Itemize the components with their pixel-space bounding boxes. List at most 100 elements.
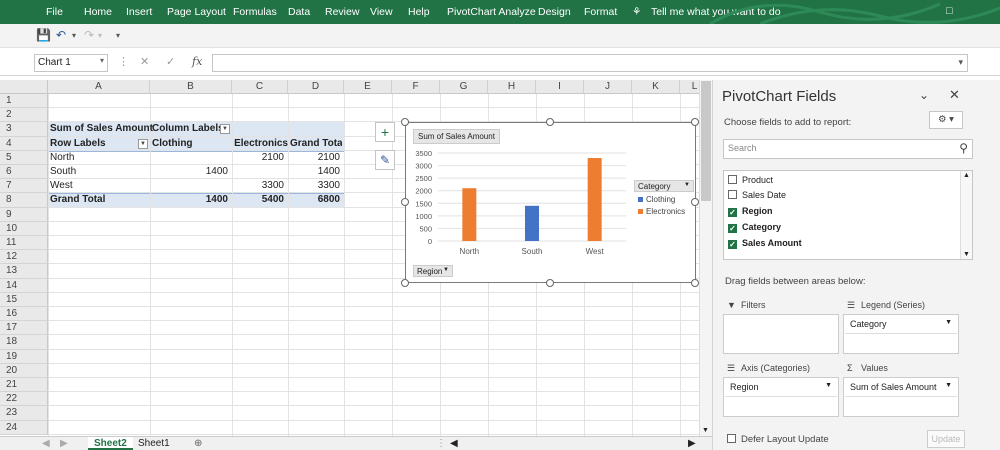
pivot-col-item[interactable]: Electronics <box>234 137 290 151</box>
scroll-left-icon[interactable]: ◀ <box>450 438 458 449</box>
select-all-corner[interactable] <box>0 80 48 94</box>
scroll-right-icon[interactable]: ▶ <box>688 438 696 449</box>
sheet-tab-sheet2[interactable]: Sheet2 <box>88 437 133 450</box>
customize-toolbar-icon[interactable]: ▾ <box>116 31 120 40</box>
next-sheet-icon[interactable]: ▶ <box>60 438 68 449</box>
row-header[interactable]: 7 <box>0 179 48 194</box>
column-header[interactable]: E <box>344 80 392 94</box>
field-product[interactable]: Product <box>728 173 773 187</box>
field-sales-amount[interactable]: ✓ Sales Amount <box>728 236 802 250</box>
axis-field-button[interactable]: Region ▼ <box>413 265 453 277</box>
undo-dropdown-icon[interactable]: ▾ <box>72 31 76 40</box>
prev-sheet-icon[interactable]: ◀ <box>42 438 50 449</box>
save-icon[interactable]: 💾 <box>36 28 51 42</box>
tab-insert[interactable]: Insert <box>126 6 152 18</box>
column-header[interactable]: D <box>288 80 344 94</box>
pivot-cell[interactable] <box>152 179 230 193</box>
resize-handle[interactable] <box>691 198 699 206</box>
row-header[interactable]: 19 <box>0 349 48 364</box>
row-header[interactable]: 23 <box>0 406 48 421</box>
expand-formula-icon[interactable]: ▾ <box>958 57 963 68</box>
row-header[interactable]: 9 <box>0 207 48 222</box>
row-header[interactable]: 15 <box>0 292 48 307</box>
row-header[interactable]: 10 <box>0 221 48 236</box>
row-header[interactable]: 18 <box>0 335 48 350</box>
chevron-down-icon[interactable]: ▼ <box>945 382 952 389</box>
tab-view[interactable]: View <box>370 6 393 18</box>
row-header[interactable]: 3 <box>0 122 48 137</box>
resize-handle[interactable] <box>401 118 409 126</box>
legend-field-button[interactable]: Category ▼ <box>634 180 694 192</box>
pivot-cell[interactable]: 2100 <box>290 151 342 165</box>
pivot-cell[interactable]: 3300 <box>234 179 286 193</box>
row-header[interactable]: 1 <box>0 94 48 109</box>
checkbox-checked[interactable]: ✓ <box>728 208 737 217</box>
pivot-cell[interactable]: 1400 <box>152 165 230 179</box>
column-header[interactable]: K <box>632 80 680 94</box>
checkbox-checked[interactable]: ✓ <box>728 240 737 249</box>
enter-icon[interactable]: ✓ <box>166 55 175 68</box>
pivot-col-item[interactable]: Grand Total <box>290 137 342 151</box>
chart-legend[interactable]: Category ▼ Clothing Electronics <box>634 180 694 216</box>
pivot-row-label[interactable]: North <box>50 151 148 165</box>
formula-input[interactable]: ▾ <box>212 54 968 72</box>
row-header[interactable]: 20 <box>0 363 48 378</box>
column-header[interactable]: F <box>392 80 440 94</box>
chevron-down-icon[interactable]: ▾ <box>100 56 104 65</box>
pivot-cell[interactable]: 3300 <box>290 179 342 193</box>
pivot-cell[interactable] <box>152 151 230 165</box>
row-header[interactable]: 24 <box>0 420 48 435</box>
vertical-scrollbar[interactable]: ▼ <box>699 80 712 436</box>
resize-handle[interactable] <box>401 279 409 287</box>
scroll-up-icon[interactable]: ▲ <box>963 172 970 179</box>
pivot-grand-total-label[interactable]: Grand Total <box>50 193 148 207</box>
field-region[interactable]: ✓ Region <box>728 204 773 218</box>
chevron-down-icon[interactable]: ▼ <box>684 182 690 188</box>
row-labels-filter-button[interactable]: ▼ <box>138 138 148 149</box>
scroll-down-icon[interactable]: ▼ <box>702 427 709 434</box>
undo-icon[interactable]: ↶ <box>56 28 66 42</box>
tab-help[interactable]: Help <box>408 6 430 18</box>
column-header[interactable]: I <box>536 80 584 94</box>
pivot-col-item[interactable]: Clothing <box>152 137 230 151</box>
axis-area[interactable]: Region ▼ <box>723 377 839 417</box>
row-header[interactable]: 6 <box>0 165 48 180</box>
chart-styles-button[interactable]: ✎ <box>375 150 395 170</box>
field-category[interactable]: ✓ Category <box>728 220 781 234</box>
chevron-down-icon[interactable]: ▼ <box>825 382 832 389</box>
cancel-icon[interactable]: ✕ <box>140 55 149 68</box>
row-header[interactable]: 2 <box>0 108 48 123</box>
resize-handle[interactable] <box>401 198 409 206</box>
chart-elements-button[interactable]: + <box>375 122 395 142</box>
resize-handle[interactable] <box>691 118 699 126</box>
row-header[interactable]: 16 <box>0 307 48 322</box>
tab-split-handle[interactable]: ⋮ <box>436 438 446 449</box>
tab-home[interactable]: Home <box>84 6 112 18</box>
checkbox[interactable] <box>728 190 737 199</box>
name-box[interactable]: Chart 1 ▾ <box>34 54 108 72</box>
resize-handle[interactable] <box>546 279 554 287</box>
row-header[interactable]: 5 <box>0 150 48 165</box>
checkbox-checked[interactable]: ✓ <box>728 224 737 233</box>
values-field-pill[interactable]: Sum of Sales Amount ▼ <box>845 379 957 397</box>
row-header[interactable]: 22 <box>0 392 48 407</box>
row-header[interactable]: 14 <box>0 278 48 293</box>
column-header[interactable]: G <box>440 80 488 94</box>
chevron-down-icon[interactable]: ▼ <box>443 267 449 273</box>
field-sales-date[interactable]: Sales Date <box>728 188 786 202</box>
chevron-down-icon[interactable]: ⌄ <box>919 88 929 102</box>
legend-area[interactable]: Category ▼ <box>843 314 959 354</box>
filters-area[interactable] <box>723 314 839 354</box>
pivot-cell[interactable]: 2100 <box>234 151 286 165</box>
chevron-down-icon[interactable]: ▼ <box>945 319 952 326</box>
pivot-row-labels[interactable]: Row Labels <box>50 137 148 151</box>
legend-field-pill[interactable]: Category ▼ <box>845 316 957 334</box>
pivot-column-labels[interactable]: Column Labels <box>152 122 230 136</box>
row-header[interactable]: 21 <box>0 378 48 393</box>
column-header[interactable]: A <box>48 80 150 94</box>
search-icon[interactable]: ⚲ <box>959 141 968 155</box>
new-sheet-icon[interactable]: ⊕ <box>194 438 202 449</box>
row-header[interactable]: 4 <box>0 136 48 151</box>
axis-field-pill[interactable]: Region ▼ <box>725 379 837 397</box>
defer-update-checkbox[interactable]: Defer Layout Update <box>727 434 829 445</box>
